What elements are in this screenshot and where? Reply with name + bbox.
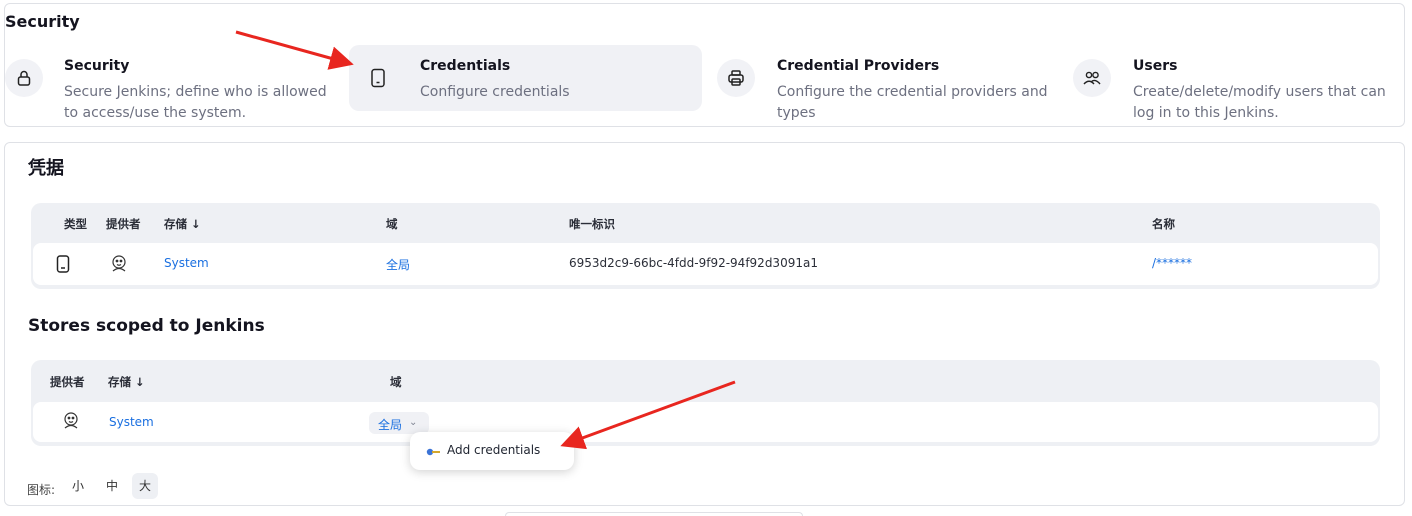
annotation-arrow (235, 30, 354, 70)
annotation-arrows (235, 30, 736, 450)
annotation-arrow (560, 380, 736, 450)
